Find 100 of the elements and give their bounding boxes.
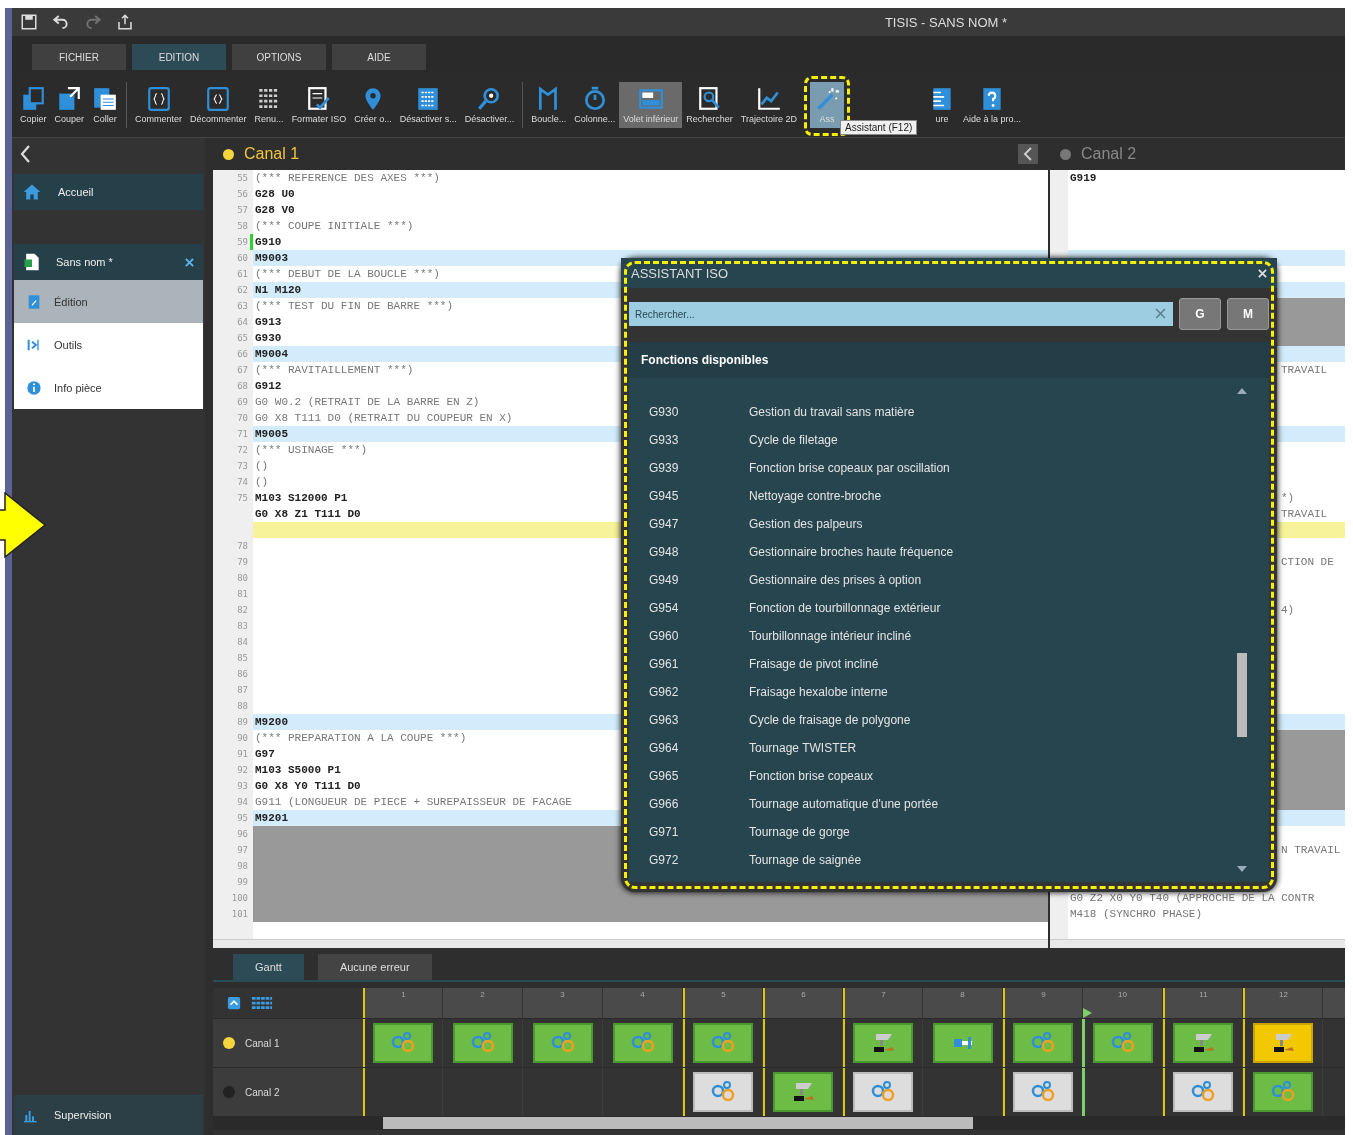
line-number: 55 xyxy=(237,172,249,185)
section-heading: Fonctions disponibles xyxy=(629,342,1269,378)
line-number: 97 xyxy=(237,844,249,857)
code-line: M418 (SYNCHRO PHASE) xyxy=(1070,907,1203,922)
line-number: 78 xyxy=(237,540,249,553)
code-line: (*** TEST DU FIN DE BARRE ***) xyxy=(255,299,454,314)
code-line: 4) xyxy=(1281,603,1295,618)
line-number: 63 xyxy=(237,300,249,313)
column-number: 12 xyxy=(1243,988,1323,1018)
line-number: 96 xyxy=(237,828,249,841)
line-number: 100 xyxy=(231,892,249,905)
column-number: 10 xyxy=(1083,988,1163,1018)
code-line: G911 (LONGUEUR DE PIECE + SUREPAISSEUR DE FACAGE xyxy=(255,795,572,810)
code-line: G930 xyxy=(255,331,282,346)
line-number: 61 xyxy=(237,268,249,281)
line-number: 79 xyxy=(237,556,249,569)
line-number: 72 xyxy=(237,444,249,457)
code-line: N1 M120 xyxy=(255,283,302,298)
line-number: 81 xyxy=(237,588,249,601)
document-name: Sans nom * xyxy=(56,256,114,268)
column-number: 2 xyxy=(443,988,523,1018)
line-number: 75 xyxy=(237,492,249,505)
code-line: G0 X8 Z1 T111 D0 xyxy=(255,507,361,522)
line-number: 57 xyxy=(237,204,249,217)
code-line: M103 S12000 P1 xyxy=(255,491,348,506)
line-number: 65 xyxy=(237,332,249,345)
line-number: 67 xyxy=(237,364,249,377)
code-line: G913 xyxy=(255,315,282,330)
column-number: 5 xyxy=(683,988,763,1018)
column-number: 4 xyxy=(603,988,683,1018)
code-line: *) xyxy=(1281,491,1295,506)
code-line: TRAVAIL xyxy=(1281,363,1328,378)
line-number: 62 xyxy=(237,284,249,297)
line-number: 87 xyxy=(237,684,249,697)
code-line: M9201 xyxy=(255,811,288,826)
line-number: 88 xyxy=(237,700,249,713)
line-number: 71 xyxy=(237,428,249,441)
code-line: G912 xyxy=(255,379,282,394)
code-line: TRAVAIL xyxy=(1281,507,1328,522)
line-number: 83 xyxy=(237,620,249,633)
line-number: 82 xyxy=(237,604,249,617)
line-number: 85 xyxy=(237,652,249,665)
code-line: (*** DEBUT DE LA BOUCLE ***) xyxy=(255,267,440,282)
code-line: CTION DE xyxy=(1281,555,1334,570)
channel-label: Canal 2 xyxy=(245,1086,280,1098)
line-number: 94 xyxy=(237,796,249,809)
code-line: G0 Z2 X0 Y0 T40 (APPROCHE DE LA CONTR xyxy=(1070,891,1315,906)
line-number: 101 xyxy=(231,908,249,921)
column-number: 7 xyxy=(843,988,923,1018)
code-line: M9003 xyxy=(255,251,288,266)
line-number: 95 xyxy=(237,812,249,825)
code-line: (*** USINAGE ***) xyxy=(255,443,368,458)
line-number: 56 xyxy=(237,188,249,201)
line-number: 99 xyxy=(237,876,249,889)
column-number: 11 xyxy=(1163,988,1243,1018)
line-number: 69 xyxy=(237,396,249,409)
line-number: 60 xyxy=(237,252,249,265)
code-line: (*** REFERENCE DES AXES ***) xyxy=(255,171,440,186)
line-number: 90 xyxy=(237,732,249,745)
dialog-title: ASSISTANT ISO xyxy=(631,265,729,281)
code-line: G910 xyxy=(255,235,282,250)
line-number: 73 xyxy=(237,460,249,473)
line-number: 91 xyxy=(237,748,249,761)
column-number: 8 xyxy=(923,988,1003,1018)
channel-label: Canal 1 xyxy=(245,1037,280,1049)
code-line: () xyxy=(255,475,269,490)
window-title: TISIS - SANS NOM * xyxy=(884,14,1007,30)
code-line: G0 W0.2 (RETRAIT DE LA BARRE EN Z) xyxy=(255,395,480,410)
column-number: 1 xyxy=(363,988,443,1018)
line-number: 66 xyxy=(237,348,249,361)
code-line: G28 U0 xyxy=(255,187,295,202)
line-number: 84 xyxy=(237,636,249,649)
code-line: M103 S5000 P1 xyxy=(255,763,341,778)
line-number: 89 xyxy=(237,716,249,729)
line-number: 70 xyxy=(237,412,249,425)
code-line: N TRAVAIL xyxy=(1281,843,1341,858)
tooltip: Assistant (F12) xyxy=(840,119,918,135)
code-line: () xyxy=(255,459,269,474)
code-line: G28 V0 xyxy=(255,203,295,218)
line-number: 58 xyxy=(237,220,249,233)
code-line: G0 X8 T111 D0 (RETRAIT DU COUPEUR EN X) xyxy=(255,411,513,426)
line-number: 64 xyxy=(237,316,249,329)
code-line: (*** COUPE INITIALE ***) xyxy=(255,219,414,234)
line-number: 80 xyxy=(237,572,249,585)
line-number: 98 xyxy=(237,860,249,873)
line-number: 74 xyxy=(237,476,249,489)
code-line: (*** PREPARATION A LA COUPE ***) xyxy=(255,731,467,746)
line-number: 92 xyxy=(237,764,249,777)
code-line: G919 xyxy=(1070,171,1097,186)
code-line: (*** RAVITAILLEMENT ***) xyxy=(255,363,414,378)
column-number: 6 xyxy=(763,988,843,1018)
line-number: 86 xyxy=(237,668,249,681)
code-line: M9200 xyxy=(255,715,288,730)
column-number: 3 xyxy=(523,988,603,1018)
line-number: 93 xyxy=(237,780,249,793)
code-line: G0 X8 Y0 T111 D0 xyxy=(255,779,361,794)
code-line: G97 xyxy=(255,747,275,762)
code-line: M9005 xyxy=(255,427,288,442)
line-number: 68 xyxy=(237,380,249,393)
code-line: M9004 xyxy=(255,347,288,362)
